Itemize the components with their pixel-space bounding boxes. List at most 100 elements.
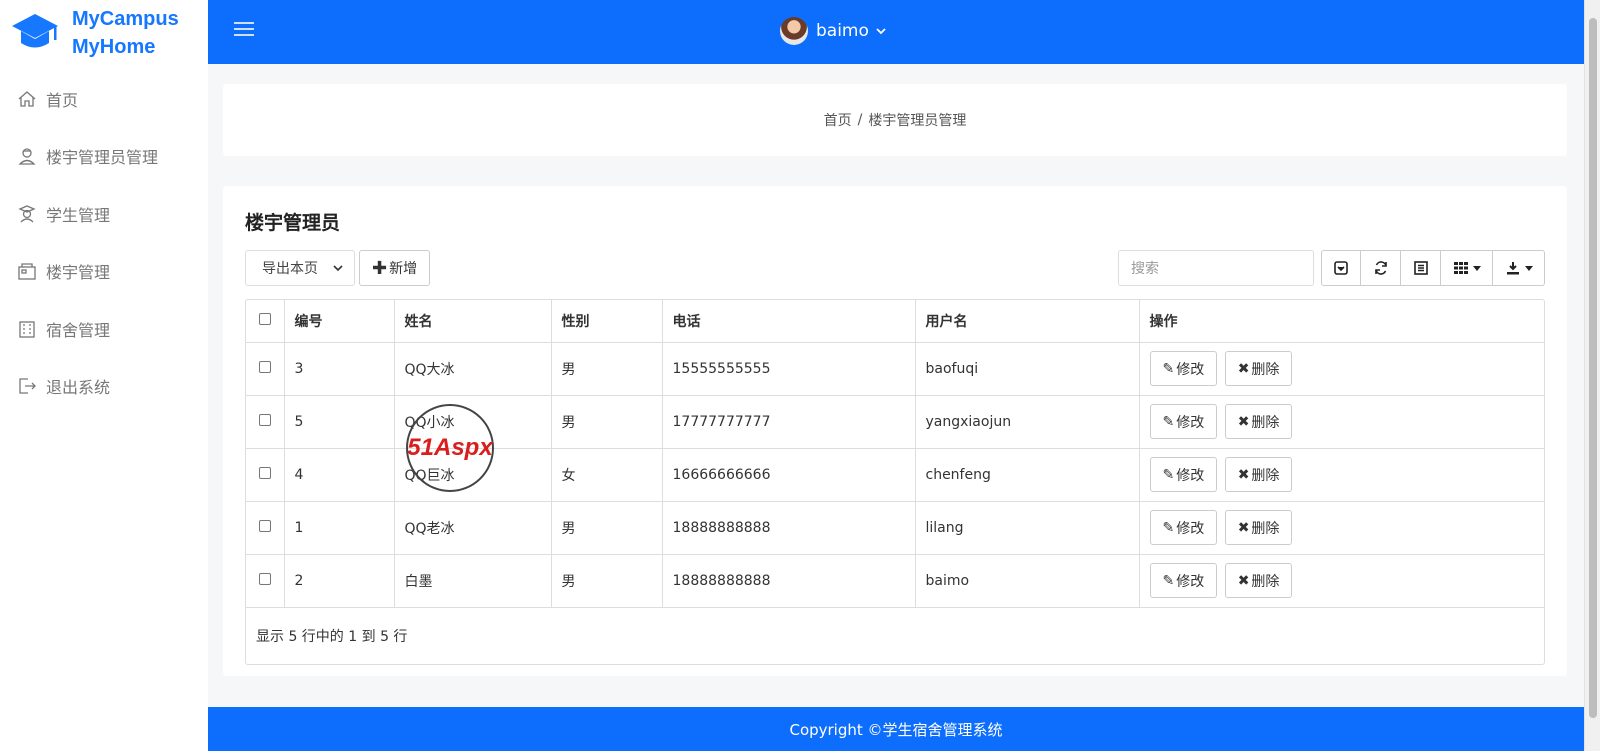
cell-phone: 15555555555 (662, 342, 916, 396)
search-input[interactable]: 搜索 (1118, 250, 1314, 286)
row-checkbox[interactable] (258, 466, 271, 479)
edit-label: 修改 (1176, 520, 1205, 537)
edit-button[interactable]: ✎ 修改 (1149, 351, 1218, 386)
delete-label: 删除 (1251, 573, 1280, 590)
sidebar-item-home[interactable]: 首页 (0, 70, 208, 128)
row-checkbox[interactable] (258, 413, 271, 426)
edit-label: 修改 (1176, 573, 1205, 590)
pagination-info: 显示 5 行中的 1 到 5 行 (256, 628, 408, 645)
edit-button[interactable]: ✎ 修改 (1149, 404, 1218, 439)
export-button[interactable] (1493, 250, 1545, 286)
username: baimo (816, 21, 869, 41)
main-card: 楼宇管理员 导出本页 ✚ 新增 搜索 编号 姓名 性别 电话 用户名 操作 3 … (223, 186, 1567, 676)
cell-username: lilang (915, 501, 1140, 555)
sidebar-item-buildings[interactable]: 楼宇管理 (0, 243, 208, 301)
cell-phone: 17777777777 (662, 395, 916, 449)
sidebar-item-label: 楼宇管理 (46, 263, 111, 283)
column-header-id[interactable]: 编号 (284, 300, 395, 343)
download-icon (1506, 262, 1519, 275)
delete-label: 删除 (1251, 361, 1280, 378)
delete-button[interactable]: ✖ 删除 (1224, 351, 1293, 386)
toggle-view-button[interactable] (1401, 250, 1441, 286)
edit-button[interactable]: ✎ 修改 (1149, 563, 1218, 598)
admins-table: 编号 姓名 性别 电话 用户名 操作 3 QQ大冰 男 15555555555 … (245, 299, 1545, 665)
refresh-button[interactable] (1361, 250, 1401, 286)
sidebar-item-admins[interactable]: 楼宇管理员管理 (0, 128, 208, 186)
breadcrumb: 首页 / 楼宇管理员管理 (223, 84, 1567, 156)
brand-line1: MyCampus (72, 8, 179, 30)
cell-username: baimo (915, 554, 1140, 608)
table-row: 1 QQ老冰 男 18888888888 lilang ✎ 修改 ✖ 删除 (246, 501, 1544, 555)
cell-username: baofuqi (915, 342, 1140, 396)
select-all-checkbox[interactable] (258, 312, 271, 325)
vertical-scrollbar[interactable] (1584, 0, 1600, 751)
column-header-gender[interactable]: 性别 (551, 300, 663, 343)
menu-toggle-icon[interactable] (234, 22, 254, 38)
delete-button[interactable]: ✖ 删除 (1224, 563, 1293, 598)
sidebar-item-dorms[interactable]: 宿舍管理 (0, 300, 208, 358)
search-placeholder: 搜索 (1131, 261, 1159, 277)
cell-actions: ✎ 修改 ✖ 删除 (1139, 395, 1544, 449)
edit-button[interactable]: ✎ 修改 (1149, 457, 1218, 492)
cell-id: 4 (284, 448, 395, 502)
cell-actions: ✎ 修改 ✖ 删除 (1139, 501, 1544, 555)
row-checkbox[interactable] (258, 572, 271, 585)
delete-button[interactable]: ✖ 删除 (1224, 510, 1293, 545)
delete-button[interactable]: ✖ 删除 (1224, 457, 1293, 492)
delete-button[interactable]: ✖ 删除 (1224, 404, 1293, 439)
edit-label: 修改 (1176, 467, 1205, 484)
cell-actions: ✎ 修改 ✖ 删除 (1139, 448, 1544, 502)
copyright-text: Copyright ©学生宿舍管理系统 (789, 720, 1003, 739)
admin-icon (16, 145, 38, 167)
collapse-icon (1334, 261, 1348, 275)
columns-button[interactable] (1441, 250, 1493, 286)
caret-down-icon (1472, 265, 1481, 271)
cell-actions: ✎ 修改 ✖ 删除 (1139, 342, 1544, 396)
user-menu[interactable]: baimo (780, 17, 887, 45)
cell-id: 3 (284, 342, 395, 396)
export-select[interactable]: 导出本页 (245, 250, 355, 286)
caret-down-icon (1524, 265, 1533, 271)
toolbar-left: 导出本页 ✚ 新增 (245, 250, 431, 286)
pencil-icon: ✎ (1162, 572, 1175, 589)
export-select-value: 导出本页 (262, 261, 318, 277)
student-icon (16, 203, 38, 225)
edit-label: 修改 (1176, 414, 1205, 431)
table-row: 5 QQ小冰 男 17777777777 yangxiaojun ✎ 修改 ✖ 删除 (246, 395, 1544, 449)
sidebar-item-students[interactable]: 学生管理 (0, 185, 208, 243)
scrollbar-thumb[interactable] (1589, 18, 1597, 718)
table-header-row: 编号 姓名 性别 电话 用户名 操作 (246, 300, 1544, 343)
brand-text: MyCampus MyHome (72, 5, 179, 61)
chevron-down-icon (876, 28, 886, 35)
column-header-username[interactable]: 用户名 (915, 300, 1140, 343)
cell-name: QQ巨冰 (394, 448, 552, 502)
sidebar-item-label: 学生管理 (46, 205, 111, 225)
edit-button[interactable]: ✎ 修改 (1149, 510, 1218, 545)
add-button[interactable]: ✚ 新增 (359, 250, 431, 286)
top-header: baimo (208, 0, 1584, 64)
column-header-name[interactable]: 姓名 (394, 300, 552, 343)
cell-name: QQ大冰 (394, 342, 552, 396)
toggle-pagination-button[interactable] (1321, 250, 1361, 286)
edit-label: 修改 (1176, 361, 1205, 378)
cell-actions: ✎ 修改 ✖ 删除 (1139, 554, 1544, 608)
table-row: 4 QQ巨冰 女 16666666666 chenfeng ✎ 修改 ✖ 删除 (246, 448, 1544, 502)
column-header-phone[interactable]: 电话 (662, 300, 916, 343)
pencil-icon: ✎ (1162, 360, 1175, 377)
row-checkbox[interactable] (258, 519, 271, 532)
sidebar-item-label: 宿舍管理 (46, 320, 111, 340)
table-row: 3 QQ大冰 男 15555555555 baofuqi ✎ 修改 ✖ 删除 (246, 342, 1544, 396)
x-icon: ✖ (1237, 360, 1250, 377)
sidebar-item-logout[interactable]: 退出系统 (0, 358, 208, 416)
row-select-cell (246, 501, 285, 555)
breadcrumb-home[interactable]: 首页 (824, 110, 852, 130)
delete-label: 删除 (1251, 467, 1280, 484)
x-icon: ✖ (1237, 519, 1250, 536)
x-icon: ✖ (1237, 572, 1250, 589)
row-select-cell (246, 554, 285, 608)
cell-gender: 男 (551, 342, 663, 396)
brand[interactable]: MyCampus MyHome (0, 0, 208, 66)
cell-gender: 男 (551, 554, 663, 608)
row-checkbox[interactable] (258, 360, 271, 373)
sidebar-item-label: 退出系统 (46, 378, 111, 398)
